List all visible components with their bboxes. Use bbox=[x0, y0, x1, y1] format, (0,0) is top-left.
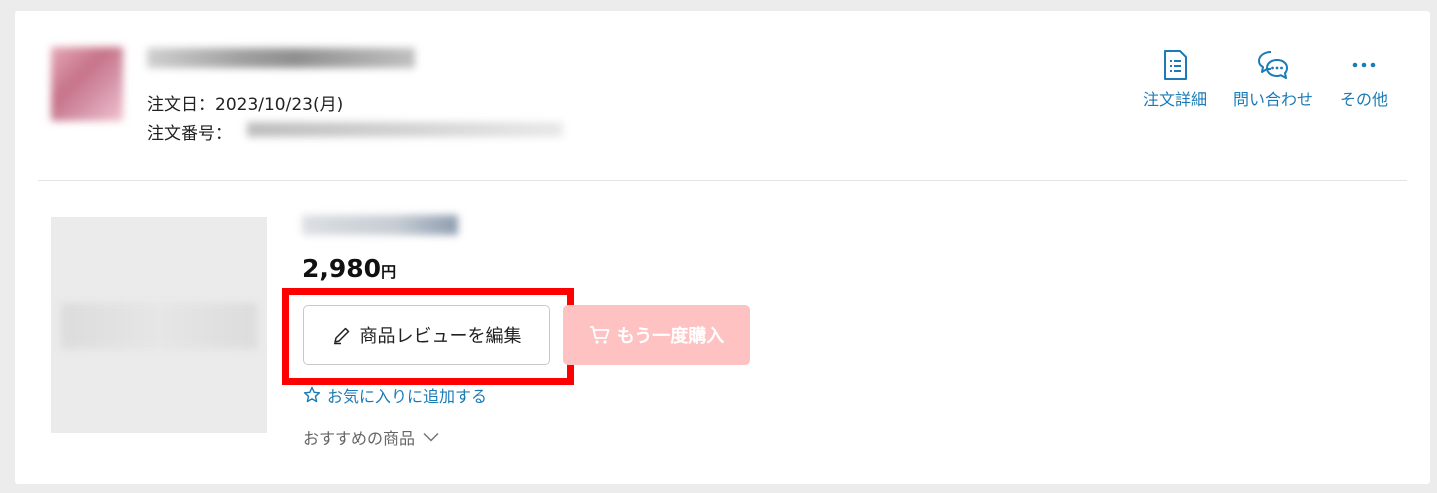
price-value: 2,980 bbox=[302, 254, 382, 283]
rebuy-label: もう一度購入 bbox=[616, 326, 725, 347]
order-card: 注文日：2023/10/23(月) 注文番号： 注文詳細 問い合わせ その他 2… bbox=[15, 11, 1430, 484]
order-detail-label: 注文詳細 bbox=[1143, 90, 1208, 109]
shop-name-redacted[interactable] bbox=[147, 48, 415, 68]
cart-icon bbox=[589, 326, 610, 344]
rebuy-button[interactable]: もう一度購入 bbox=[563, 305, 750, 365]
inquiry-label: 問い合わせ bbox=[1233, 90, 1314, 109]
more-menu-label: その他 bbox=[1340, 90, 1389, 109]
section-divider bbox=[38, 180, 1407, 181]
more-menu-link[interactable]: その他 bbox=[1340, 49, 1388, 110]
more-dots-icon bbox=[1352, 62, 1376, 68]
chevron-down-icon bbox=[423, 432, 439, 442]
highlight-frame bbox=[282, 288, 574, 385]
order-date: 注文日：2023/10/23(月) bbox=[147, 95, 344, 115]
recommended-label: おすすめの商品 bbox=[303, 429, 416, 448]
product-image-content bbox=[61, 303, 257, 349]
order-detail-link[interactable]: 注文詳細 bbox=[1143, 49, 1207, 110]
add-favorite-label: お気に入りに追加する bbox=[327, 387, 488, 406]
shop-thumbnail[interactable] bbox=[51, 47, 123, 121]
document-list-icon bbox=[1164, 50, 1187, 80]
order-number-redacted bbox=[247, 122, 563, 137]
price-unit: 円 bbox=[381, 263, 397, 281]
order-number-label: 注文番号： bbox=[147, 124, 232, 144]
product-image[interactable] bbox=[51, 217, 267, 433]
star-icon bbox=[303, 386, 321, 403]
add-favorite-link[interactable]: お気に入りに追加する bbox=[303, 383, 487, 407]
product-name-redacted[interactable] bbox=[302, 215, 458, 235]
chat-bubbles-icon bbox=[1258, 51, 1288, 79]
recommended-products-toggle[interactable]: おすすめの商品 bbox=[303, 425, 439, 449]
product-price: 2,980円 bbox=[302, 254, 396, 283]
inquiry-link[interactable]: 問い合わせ bbox=[1233, 49, 1313, 110]
